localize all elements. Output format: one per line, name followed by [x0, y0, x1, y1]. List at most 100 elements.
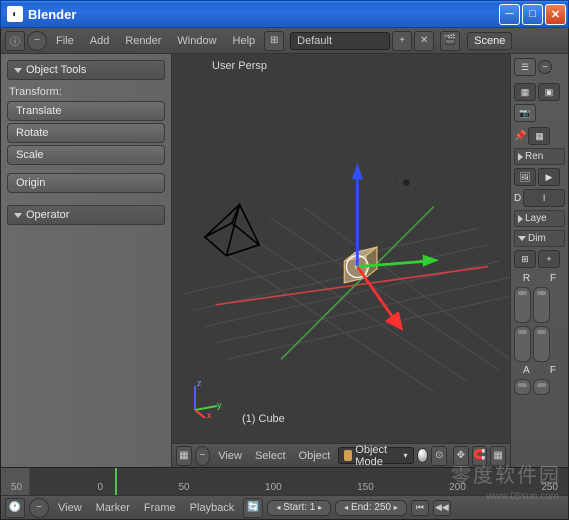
properties-panel: ☰ − ▦ ▣ 📷 📌 ▦ Ren 🖼 ▶ DI Laye Dim: [510, 54, 568, 467]
tick-label: 100: [265, 482, 282, 493]
tick-label: 150: [357, 482, 374, 493]
add-layout-button[interactable]: +: [392, 31, 412, 51]
app-icon: ◐: [7, 6, 23, 22]
object-mode-icon: [344, 450, 352, 461]
timeline-view-menu[interactable]: View: [53, 502, 87, 514]
select-menu[interactable]: Select: [250, 450, 291, 462]
timeline-editor-icon[interactable]: 🕐: [5, 498, 25, 518]
display-dropdown[interactable]: I: [523, 189, 565, 207]
preset-add-icon[interactable]: +: [538, 250, 560, 268]
timeline-marker-menu[interactable]: Marker: [91, 502, 135, 514]
tool-shelf: Object Tools Transform: Translate Rotate…: [1, 54, 172, 467]
rotate-button[interactable]: Rotate: [7, 123, 165, 143]
expand-icon: [518, 215, 523, 223]
object-tools-header[interactable]: Object Tools: [7, 60, 165, 80]
resolution-y-slider[interactable]: [514, 326, 531, 362]
res-f-label: F: [550, 273, 556, 284]
aspect-a-label: A: [523, 365, 530, 376]
scale-button[interactable]: Scale: [7, 145, 165, 165]
fps-slider[interactable]: [533, 379, 550, 395]
collapse-menu-icon[interactable]: −: [195, 446, 211, 466]
object-tools-label: Object Tools: [26, 64, 86, 76]
mode-label: Object Mode: [355, 444, 400, 468]
tick-label: 50: [179, 482, 190, 493]
dimensions-label: Dim: [528, 233, 546, 244]
render-image-icon[interactable]: 🖼: [514, 168, 536, 186]
svg-text:z: z: [197, 378, 202, 388]
props-tab-2[interactable]: ▣: [538, 83, 560, 101]
timeline-playback-menu[interactable]: Playback: [185, 502, 240, 514]
collapse-icon: [14, 213, 22, 218]
layout-dropdown[interactable]: Default: [290, 32, 390, 50]
dimensions-panel-header[interactable]: Dim: [514, 230, 565, 247]
frame-start-slider[interactable]: [533, 287, 550, 323]
prev-keyframe-icon[interactable]: ◀◀: [433, 500, 451, 516]
start-frame-field[interactable]: ◂ Start: 1 ▸: [267, 500, 331, 516]
menu-file[interactable]: File: [49, 31, 81, 51]
render-anim-icon[interactable]: ▶: [538, 168, 560, 186]
display-label: D: [514, 193, 521, 204]
transform-label: Transform:: [9, 86, 165, 98]
aspect-slider[interactable]: [514, 379, 531, 395]
camera-wireframe: [205, 204, 260, 255]
layers-icon[interactable]: ▦: [490, 446, 506, 466]
tick-label: 250: [541, 482, 558, 493]
scene-label: Scene: [474, 35, 505, 47]
viewport-header: ▦ − View Select Object Object Mode ▾ ⊙ ✥…: [172, 443, 510, 467]
remove-layout-button[interactable]: ✕: [414, 31, 434, 51]
scene-browse-icon[interactable]: 🎬: [440, 31, 460, 51]
start-frame-label: Start: 1: [283, 502, 315, 513]
timeline[interactable]: 50 0 50 100 150 200 250: [1, 467, 568, 495]
layers-panel-header[interactable]: Laye: [514, 210, 565, 227]
window-title: Blender: [28, 7, 499, 22]
view-menu[interactable]: View: [213, 450, 247, 462]
menu-window[interactable]: Window: [170, 31, 223, 51]
expand-icon: [518, 153, 523, 161]
3d-viewport[interactable]: User Persp: [172, 54, 510, 443]
shading-mode-icon[interactable]: [417, 448, 429, 463]
collapse-menu-icon[interactable]: −: [27, 31, 47, 51]
operator-label: Operator: [26, 209, 69, 221]
origin-button[interactable]: Origin: [7, 173, 165, 193]
collapse-menu-icon[interactable]: −: [29, 498, 49, 518]
object-menu[interactable]: Object: [294, 450, 336, 462]
timeline-frame-menu[interactable]: Frame: [139, 502, 181, 514]
end-frame-field[interactable]: ◂ End: 250 ▸: [335, 500, 407, 516]
frame-end-slider[interactable]: [533, 326, 550, 362]
minimize-button[interactable]: ─: [499, 4, 520, 25]
mode-dropdown[interactable]: Object Mode ▾: [338, 447, 413, 464]
resolution-x-slider[interactable]: [514, 287, 531, 323]
menu-add[interactable]: Add: [83, 31, 117, 51]
manipulator-icon[interactable]: ✥: [453, 446, 469, 466]
menu-render[interactable]: Render: [118, 31, 168, 51]
pin-icon[interactable]: 📌: [514, 131, 526, 142]
active-object-label: (1) Cube: [242, 413, 285, 425]
render-panel-header[interactable]: Ren: [514, 148, 565, 165]
tick-label: 50: [11, 482, 22, 493]
props-tab-1[interactable]: ▦: [514, 83, 536, 101]
tick-label: 200: [449, 482, 466, 493]
context-icon[interactable]: ▦: [528, 127, 550, 145]
window-titlebar: ◐ Blender ─ □ ✕: [0, 0, 569, 28]
scene-dropdown[interactable]: Scene: [467, 32, 512, 50]
snap-icon[interactable]: 🧲: [472, 446, 488, 466]
preset-icon[interactable]: ⊞: [514, 250, 536, 268]
render-label: Ren: [525, 151, 543, 162]
translate-button[interactable]: Translate: [7, 101, 165, 121]
menu-help[interactable]: Help: [226, 31, 263, 51]
editor-type-icon[interactable]: ▦: [176, 446, 192, 466]
screen-layout-icon[interactable]: ⊞: [264, 31, 284, 51]
info-editor-icon[interactable]: ⓘ: [5, 31, 25, 51]
timeline-header: 🕐 − View Marker Frame Playback 🔄 ◂ Start…: [1, 495, 568, 519]
collapse-icon[interactable]: −: [538, 60, 552, 74]
outliner-tab[interactable]: ☰: [514, 58, 536, 76]
sync-icon[interactable]: 🔄: [243, 498, 263, 518]
render-tab-icon[interactable]: 📷: [514, 104, 536, 122]
pivot-icon[interactable]: ⊙: [431, 446, 447, 466]
aspect-f-label: F: [550, 365, 556, 376]
layers-label: Laye: [525, 213, 547, 224]
close-button[interactable]: ✕: [545, 4, 566, 25]
jump-start-icon[interactable]: ⏮: [411, 500, 429, 516]
maximize-button[interactable]: □: [522, 4, 543, 25]
operator-header[interactable]: Operator: [7, 205, 165, 225]
